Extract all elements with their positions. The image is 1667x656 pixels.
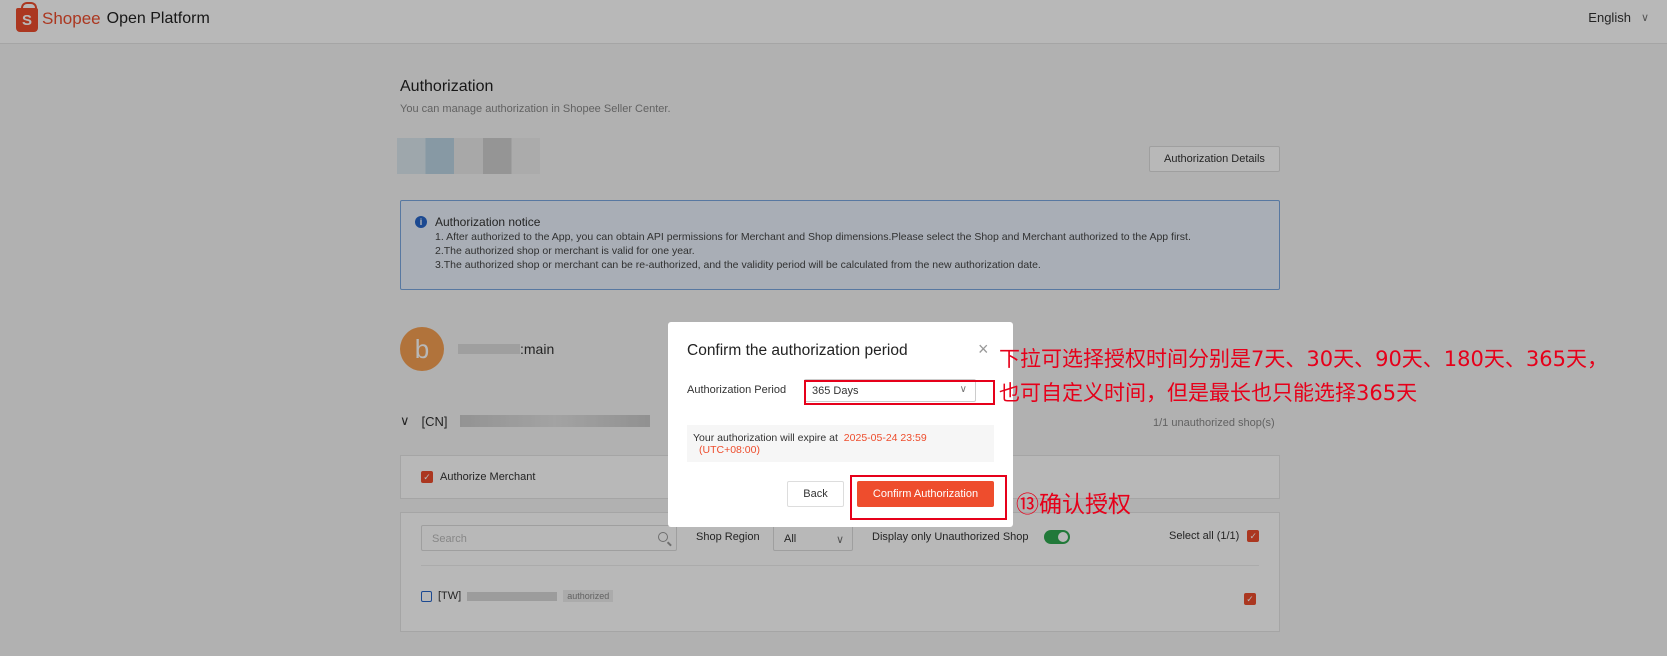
dialog-title: Confirm the authorization period xyxy=(687,342,908,359)
highlight-period-box xyxy=(804,380,995,405)
highlight-confirm-box xyxy=(850,475,1007,520)
annotation-line: 下拉可选择授权时间分别是7天、30天、90天、180天、365天， xyxy=(999,347,1608,371)
confirm-annotation: ⑬确认授权 xyxy=(1016,492,1131,518)
back-button[interactable]: Back xyxy=(787,481,844,507)
period-annotation: 下拉可选择授权时间分别是7天、30天、90天、180天、365天， 也可自定义时… xyxy=(999,342,1608,410)
period-label: Authorization Period xyxy=(687,384,787,396)
close-icon[interactable]: × xyxy=(978,339,989,360)
expire-date: 2025-05-24 23:59 xyxy=(843,432,927,444)
expire-timezone: (UTC+08:00) xyxy=(699,444,760,456)
expiry-info: Your authorization will expire at 2025-0… xyxy=(687,425,994,462)
annotation-line: 也可自定义时间，但是最长也只能选择365天 xyxy=(999,381,1418,405)
expire-text: Your authorization will expire at xyxy=(693,432,838,444)
